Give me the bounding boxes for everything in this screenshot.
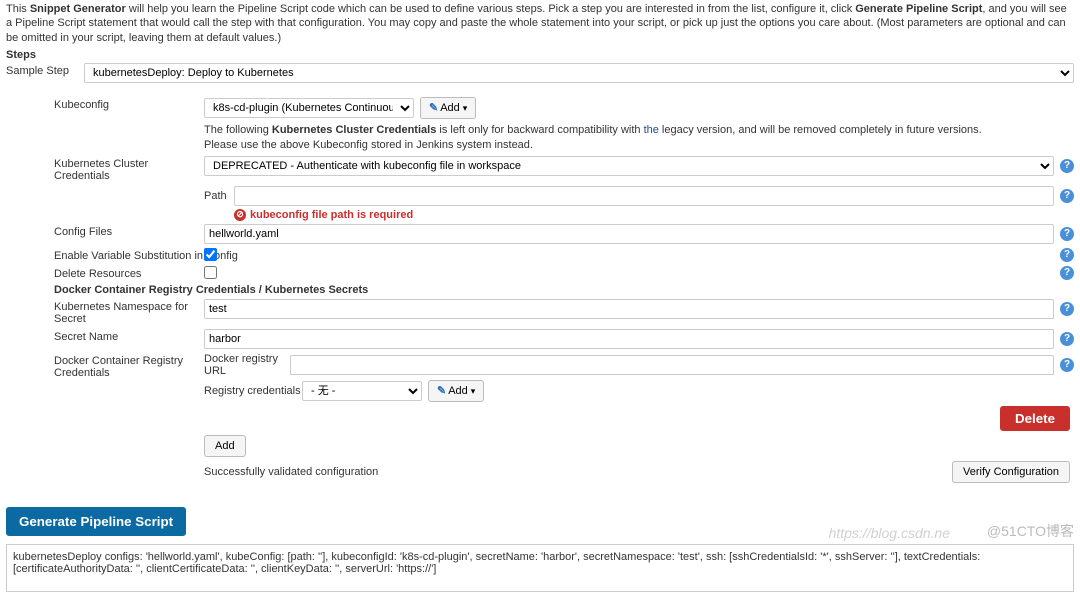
delete-button[interactable]: Delete — [1000, 406, 1070, 431]
kcc-select[interactable]: DEPRECATED - Authenticate with kubeconfi… — [204, 156, 1054, 176]
docker-url-label: Docker registry URL — [204, 353, 290, 377]
help-icon[interactable] — [1060, 302, 1074, 316]
deprecation-note: The following Kubernetes Cluster Credent… — [204, 123, 1074, 153]
dcr-section-header: Docker Container Registry Credentials / … — [54, 284, 1074, 296]
help-icon[interactable] — [1060, 159, 1074, 173]
path-error: ⊘ kubeconfig file path is required — [234, 209, 413, 221]
watermark: https://blog.csdn.ne — [829, 525, 950, 541]
verify-config-button[interactable]: Verify Configuration — [952, 461, 1070, 483]
sample-step-select[interactable]: kubernetesDeploy: Deploy to Kubernetes — [84, 63, 1074, 83]
help-icon[interactable] — [1060, 332, 1074, 346]
help-icon[interactable] — [1060, 189, 1074, 203]
help-icon[interactable] — [1060, 266, 1074, 280]
reg-cred-label: Registry credentials — [204, 385, 302, 397]
enable-var-checkbox[interactable] — [204, 248, 217, 261]
config-files-label: Config Files — [54, 224, 204, 238]
output-box[interactable]: kubernetesDeploy configs: 'hellworld.yam… — [6, 544, 1074, 592]
kcc-label: Kubernetes Cluster Credentials — [54, 156, 204, 182]
reg-cred-select[interactable]: - 无 - — [302, 381, 422, 401]
generate-pipeline-script-button[interactable]: Generate Pipeline Script — [6, 507, 186, 536]
docker-url-input[interactable] — [290, 355, 1054, 375]
help-icon[interactable] — [1060, 358, 1074, 372]
help-icon[interactable] — [1060, 227, 1074, 241]
sample-step-label: Sample Step — [6, 63, 84, 77]
watermark: @51CTO博客 — [987, 521, 1074, 541]
add-button[interactable]: Add — [204, 435, 246, 457]
path-input[interactable] — [234, 186, 1054, 206]
ns-label: Kubernetes Namespace for Secret — [54, 299, 204, 325]
reg-cred-add-button[interactable]: ✎Add▾ — [428, 380, 484, 402]
path-label: Path — [204, 190, 234, 202]
help-icon[interactable] — [1060, 248, 1074, 262]
config-files-input[interactable] — [204, 224, 1054, 244]
error-icon: ⊘ — [234, 209, 246, 221]
secret-input[interactable] — [204, 329, 1054, 349]
kubeconfig-label: Kubeconfig — [54, 97, 204, 111]
kubeconfig-select[interactable]: k8s-cd-plugin (Kubernetes Continuous Dep… — [204, 98, 414, 118]
ns-input[interactable] — [204, 299, 1054, 319]
kubeconfig-add-button[interactable]: ✎Add▾ — [420, 97, 476, 119]
legacy-link[interactable]: the — [644, 124, 659, 136]
validated-msg: Successfully validated configuration — [204, 466, 378, 478]
secret-label: Secret Name — [54, 329, 204, 343]
steps-heading: Steps — [6, 49, 1074, 61]
delete-res-checkbox[interactable] — [204, 266, 217, 279]
dcrc-label: Docker Container Registry Credentials — [54, 353, 204, 379]
intro-text: This Snippet Generator will help you lea… — [6, 2, 1074, 45]
